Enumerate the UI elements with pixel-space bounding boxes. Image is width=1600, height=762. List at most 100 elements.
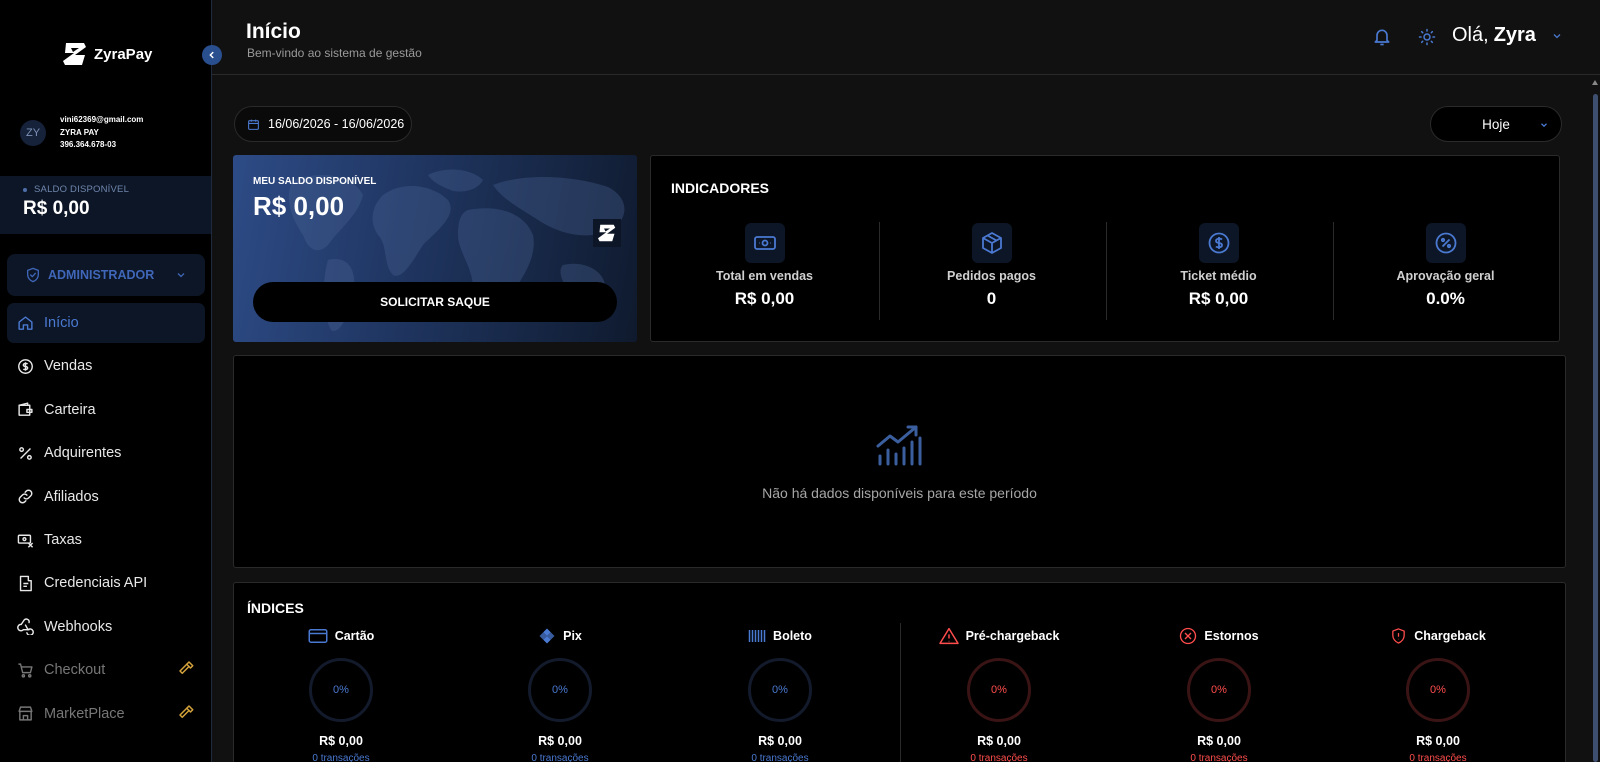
period-select[interactable]: Hoje xyxy=(1430,106,1562,142)
dollar-circle-icon xyxy=(1198,223,1239,263)
index-transactions: 0 transações xyxy=(312,753,370,762)
progress-ring: 0% xyxy=(748,658,812,722)
user-profile: ZY vini62369@gmail.com ZYRA PAY 396.364.… xyxy=(20,114,143,152)
sidebar-item-label: Carteira xyxy=(44,401,96,418)
brand-logo[interactable]: ZyraPay xyxy=(62,42,152,66)
indicator-paid-orders: Pedidos pagos 0 xyxy=(878,223,1105,321)
app: ZyraPay ZY vini62369@gmail.com ZYRA PAY … xyxy=(0,0,1600,762)
user-email: vini62369@gmail.com xyxy=(60,115,144,124)
hammer-icon xyxy=(177,659,195,681)
indicator-value: R$ 0,00 xyxy=(734,289,795,308)
brand-name: ZyraPay xyxy=(94,45,153,63)
indicator-average-ticket: Ticket médio R$ 0,00 xyxy=(1105,223,1332,321)
role-label: ADMINISTRADOR xyxy=(48,268,155,282)
indicator-approval-rate: Aprovação geral 0.0% xyxy=(1332,223,1559,321)
sidebar-item-carteira[interactable]: Carteira xyxy=(7,390,205,430)
chevron-down-icon xyxy=(177,273,185,278)
index-amount: R$ 0,00 xyxy=(758,734,802,748)
index-amount: R$ 0,00 xyxy=(538,734,582,748)
user-name: Zyra xyxy=(1493,24,1536,46)
sidebar-item-vendas[interactable]: Vendas xyxy=(7,346,205,386)
user-menu[interactable]: Olá, Zyra xyxy=(1452,24,1563,47)
greeting-text: Olá, xyxy=(1452,24,1489,46)
indicator-value: 0 xyxy=(986,289,997,308)
bell-icon[interactable] xyxy=(1372,27,1392,52)
sidebar-item-label: Vendas xyxy=(44,358,93,375)
sidebar-item-afiliados[interactable]: Afiliados xyxy=(7,477,205,517)
sidebar-item-taxas[interactable]: Taxas xyxy=(7,520,205,560)
index-card: Chargeback 0% R$ 0,00 0 transações xyxy=(1338,626,1538,762)
cash-icon xyxy=(744,223,785,263)
credit-card-icon xyxy=(308,629,328,643)
warning-icon xyxy=(938,627,959,645)
sidebar-balance: SALDO DISPONÍVEL R$ 0,00 xyxy=(0,176,211,234)
sun-icon[interactable] xyxy=(1418,28,1436,51)
indicator-value: 0.0% xyxy=(1426,289,1465,308)
hammer-icon xyxy=(177,703,195,725)
zyrapay-badge-icon xyxy=(593,219,621,247)
indicator-label: Pedidos pagos xyxy=(947,269,1036,283)
role-selector[interactable]: ADMINISTRADOR xyxy=(7,254,205,296)
avatar: ZY xyxy=(20,119,46,146)
request-withdrawal-button[interactable]: SOLICITAR SAQUE xyxy=(253,282,617,322)
balance-card-value: R$ 0,00 xyxy=(253,191,345,221)
sidebar: ZyraPay ZY vini62369@gmail.com ZYRA PAY … xyxy=(0,0,212,762)
balance-value: R$ 0,00 xyxy=(23,198,90,219)
index-label: Pix xyxy=(563,629,582,643)
page-scrollbar[interactable] xyxy=(1591,78,1600,762)
indices-title: ÍNDICES xyxy=(247,600,304,616)
page-subtitle: Bem-vindo ao sistema de gestão xyxy=(247,46,422,60)
index-amount: R$ 0,00 xyxy=(1197,734,1241,748)
sidebar-item-label: Adquirentes xyxy=(44,445,122,462)
sidebar-item-label: MarketPlace xyxy=(44,705,125,722)
trending-chart-icon xyxy=(876,425,922,466)
sidebar-item-marketplace[interactable]: MarketPlace xyxy=(7,694,205,734)
sidebar-item-label: Webhooks xyxy=(44,618,113,635)
pix-icon xyxy=(539,628,555,644)
date-range-picker[interactable]: 16/06/2026 - 16/06/2026 xyxy=(234,106,412,142)
sidebar-item-webhooks[interactable]: Webhooks xyxy=(7,607,205,647)
top-header: Início Bem-vindo ao sistema de gestão Ol… xyxy=(212,0,1600,75)
index-card: Cartão 0% R$ 0,00 0 transações xyxy=(241,626,441,762)
index-card: Pix 0% R$ 0,00 0 transações xyxy=(460,626,660,762)
sidebar-nav: Início Vendas Carteira Adquirentes Afili… xyxy=(7,303,205,737)
balance-label: SALDO DISPONÍVEL xyxy=(34,184,130,195)
cart-icon xyxy=(17,662,34,679)
chevron-down-icon xyxy=(1541,123,1547,128)
index-card: Pré-chargeback 0% R$ 0,00 0 transações xyxy=(899,626,1099,762)
sidebar-item-credenciais-api[interactable]: Credenciais API xyxy=(7,563,205,603)
indicators-panel: INDICADORES Total em vendas R$ 0,00 Pedi… xyxy=(650,155,1560,342)
scroll-up-icon xyxy=(1592,80,1598,85)
index-transactions: 0 transações xyxy=(1409,753,1467,762)
date-range-value: 16/06/2026 - 16/06/2026 xyxy=(268,117,405,131)
balance-card: MEU SALDO DISPONÍVEL R$ 0,00 SOLICITAR S… xyxy=(233,155,637,342)
percent-badge-icon xyxy=(1425,223,1466,263)
indicator-label: Aprovação geral xyxy=(1396,269,1495,283)
barcode-icon xyxy=(748,630,766,642)
index-label: Estornos xyxy=(1204,629,1259,643)
document-icon xyxy=(17,575,34,592)
index-label: Cartão xyxy=(334,629,375,643)
percent-icon xyxy=(17,445,34,462)
progress-ring: 0% xyxy=(528,658,592,722)
sidebar-item-inicio[interactable]: Início xyxy=(7,303,205,343)
index-card: Estornos 0% R$ 0,00 0 transações xyxy=(1119,626,1319,762)
sidebar-item-label: Taxas xyxy=(44,531,82,548)
scroll-thumb[interactable] xyxy=(1593,94,1598,762)
collapse-sidebar-button[interactable] xyxy=(202,45,222,65)
user-document: 396.364.678-03 xyxy=(60,140,117,149)
index-amount: R$ 0,00 xyxy=(977,734,1021,748)
dollar-circle-icon xyxy=(17,358,34,375)
indicator-label: Ticket médio xyxy=(1180,269,1257,283)
chevron-left-icon xyxy=(209,51,214,59)
progress-ring: 0% xyxy=(1187,658,1251,722)
index-card: Boleto 0% R$ 0,00 0 transações xyxy=(680,626,880,762)
progress-ring: 0% xyxy=(1406,658,1470,722)
shield-alert-icon xyxy=(1392,628,1406,644)
indicator-label: Total em vendas xyxy=(715,269,814,283)
sidebar-item-checkout[interactable]: Checkout xyxy=(7,650,205,690)
indicator-value: R$ 0,00 xyxy=(1188,289,1249,308)
sidebar-item-adquirentes[interactable]: Adquirentes xyxy=(7,433,205,473)
sidebar-item-label: Checkout xyxy=(44,662,106,679)
index-transactions: 0 transações xyxy=(1190,753,1248,762)
